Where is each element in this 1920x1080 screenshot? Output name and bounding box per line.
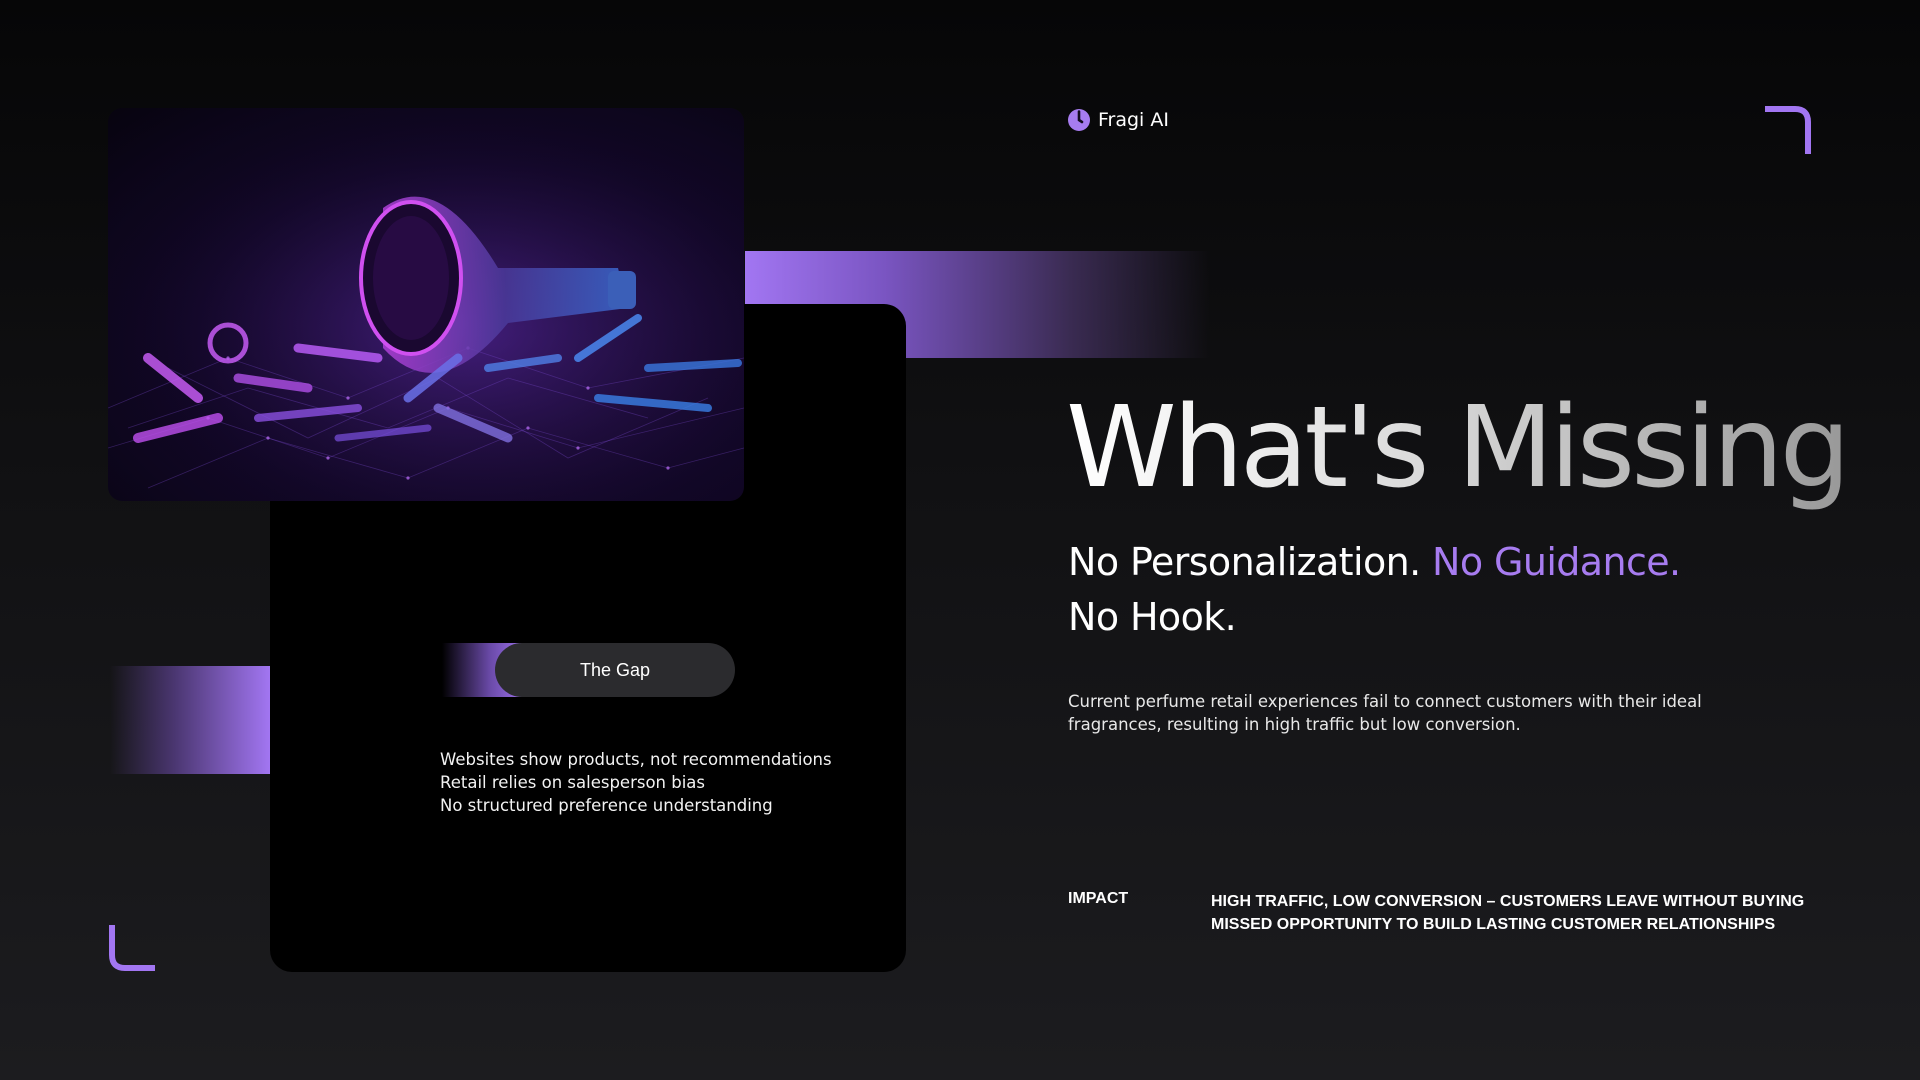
list-item: No structured preference understanding: [440, 796, 773, 815]
page-title: What's Missing: [1066, 378, 1916, 518]
brand-name: Fragi AI: [1098, 109, 1169, 131]
corner-bracket-bottom-left-icon: [109, 925, 155, 971]
list-item: Websites show products, not recommendati…: [440, 750, 832, 769]
funnel-vials-illustration: [108, 108, 744, 501]
decorative-gradient-bar-left: [110, 666, 270, 774]
the-gap-pill: The Gap: [495, 643, 735, 697]
brand-logo-icon: [1068, 109, 1090, 131]
pill-label: The Gap: [579, 659, 651, 680]
list-item: Retail relies on salesperson bias: [440, 773, 706, 792]
gap-list: Websites show products, not recommendati…: [440, 748, 880, 817]
description: Current perfume retail experiences fail …: [1068, 692, 1702, 734]
subheadline: No Personalization. No Guidance. No Hook…: [1068, 535, 1868, 645]
subhead-part-1: No Personalization.: [1068, 540, 1421, 584]
list-item: MISSED OPPORTUNITY TO BUILD LASTING CUST…: [1211, 916, 1776, 933]
corner-bracket-top-right-icon: [1765, 106, 1811, 154]
impact-list: HIGH TRAFFIC, LOW CONVERSION – CUSTOMERS…: [1211, 890, 1821, 936]
subhead-part-3: No Hook.: [1068, 595, 1237, 639]
brand: Fragi AI: [1067, 107, 1169, 133]
subhead-part-2-accent: No Guidance.: [1432, 540, 1681, 584]
list-item: HIGH TRAFFIC, LOW CONVERSION – CUSTOMERS…: [1211, 893, 1805, 910]
impact-label: IMPACT: [1068, 890, 1129, 907]
hero-image: [108, 108, 744, 501]
